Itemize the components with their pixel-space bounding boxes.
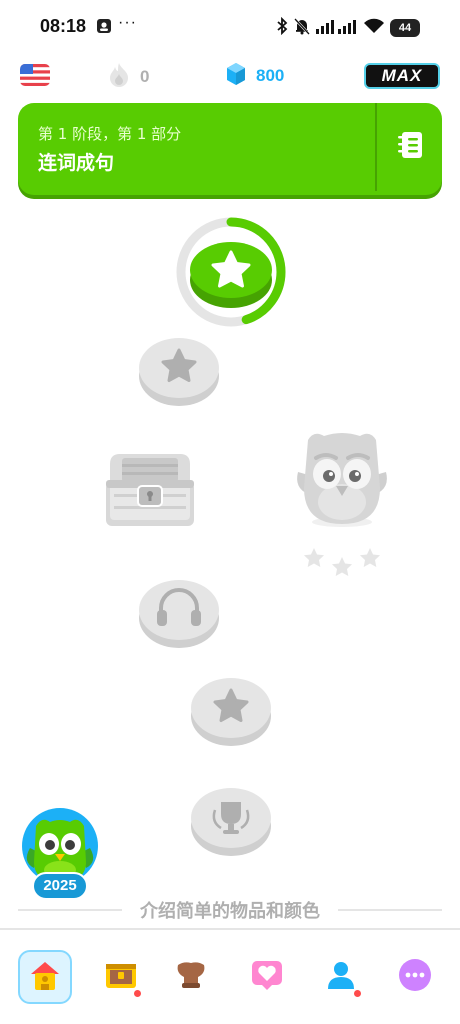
unit-title: 连词成句 (38, 152, 115, 174)
status-time: 08:18 (40, 16, 87, 36)
signal-icon (316, 18, 358, 38)
lesson-node-locked[interactable] (189, 670, 273, 750)
guidebook-button[interactable] (378, 103, 442, 191)
home-icon (27, 958, 63, 996)
unit-review-trophy-node[interactable] (189, 780, 273, 860)
gem-icon (226, 62, 246, 90)
mute-bell-icon (294, 17, 310, 39)
notebook-icon (396, 130, 424, 164)
notification-app-icon (96, 18, 112, 38)
notification-dot (353, 989, 362, 998)
divider-line (338, 909, 442, 911)
nav-more[interactable] (388, 950, 442, 1004)
lesson-node-locked[interactable] (137, 330, 221, 410)
streak-count: 0 (140, 67, 150, 86)
star-icon (360, 548, 380, 567)
flame-icon (108, 62, 130, 92)
treasure-chest-node[interactable] (104, 450, 196, 530)
event-owl-badge[interactable]: 2025 (18, 808, 106, 904)
status-icons: 44 (276, 16, 420, 39)
treasure-chest-icon (104, 960, 138, 994)
shield-icon (174, 959, 208, 995)
divider-line (18, 909, 122, 911)
profile-icon (326, 959, 356, 995)
wifi-icon (364, 18, 384, 38)
nav-profile[interactable] (314, 950, 368, 1004)
top-bar: 0 800 MAX (0, 58, 460, 94)
status-more-indicator: ··· (118, 14, 137, 31)
unit-divider (375, 103, 377, 191)
max-subscription-badge[interactable]: MAX (364, 63, 440, 89)
battery-indicator: 44 (390, 19, 420, 37)
notification-dot (133, 989, 142, 998)
next-section-divider: 介绍简单的物品和颜色 (18, 896, 442, 924)
status-bar: 08:18 ··· 44 (0, 0, 460, 52)
nav-hearts[interactable] (240, 950, 294, 1004)
lesson-node-current[interactable] (174, 216, 288, 328)
streak-counter[interactable]: 0 (108, 62, 149, 92)
character-stars (302, 546, 382, 580)
heart-icon (250, 959, 284, 995)
duo-character-node[interactable] (294, 428, 390, 528)
next-section-label: 介绍简单的物品和颜色 (140, 901, 320, 922)
bluetooth-icon (276, 16, 288, 39)
nav-home[interactable] (18, 950, 72, 1004)
nav-leagues[interactable] (164, 950, 218, 1004)
bottom-nav (0, 928, 460, 1024)
listening-node-locked[interactable] (137, 572, 221, 652)
gems-counter[interactable]: 800 (226, 62, 284, 90)
gems-count: 800 (256, 66, 285, 85)
us-flag-icon[interactable] (20, 64, 50, 86)
star-icon (332, 557, 352, 576)
unit-header[interactable]: 第 1 阶段，第 1 部分 连词成句 (18, 103, 442, 195)
star-icon (304, 548, 324, 567)
unit-subtitle: 第 1 阶段，第 1 部分 (38, 125, 182, 143)
nav-chest[interactable] (94, 950, 148, 1004)
more-icon (398, 958, 432, 996)
